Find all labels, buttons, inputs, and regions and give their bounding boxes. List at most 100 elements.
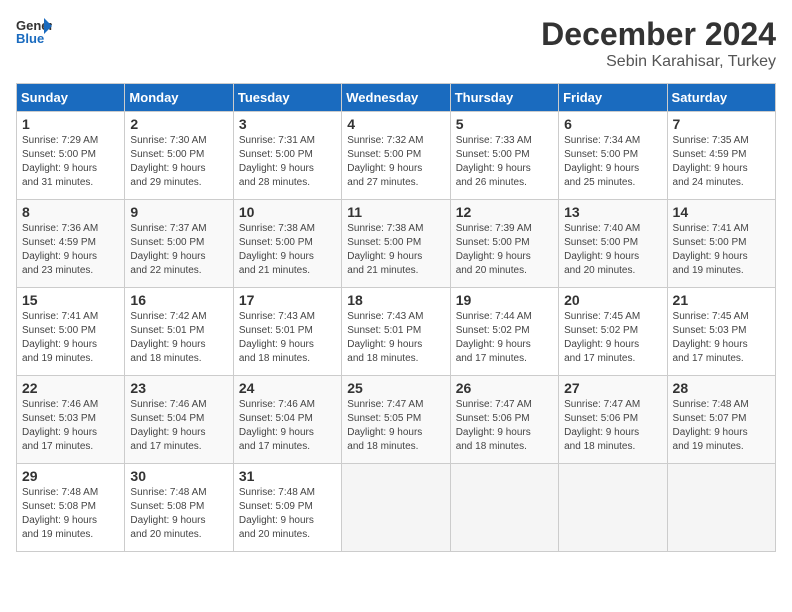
cell-content: Sunrise: 7:43 AMSunset: 5:01 PMDaylight:… [347,310,444,366]
calendar-cell [342,464,450,552]
calendar-cell: 24 Sunrise: 7:46 AMSunset: 5:04 PMDayligh… [233,376,341,464]
calendar-cell: 17 Sunrise: 7:43 AMSunset: 5:01 PMDayligh… [233,288,341,376]
calendar-cell: 7 Sunrise: 7:35 AMSunset: 4:59 PMDaylight… [667,112,775,200]
logo: General Blue [16,16,52,46]
calendar-cell: 26 Sunrise: 7:47 AMSunset: 5:06 PMDayligh… [450,376,558,464]
col-saturday: Saturday [667,84,775,112]
col-tuesday: Tuesday [233,84,341,112]
day-number: 21 [673,292,770,308]
cell-content: Sunrise: 7:42 AMSunset: 5:01 PMDaylight:… [130,310,227,366]
calendar-cell: 6 Sunrise: 7:34 AMSunset: 5:00 PMDaylight… [559,112,667,200]
calendar-week-1: 8 Sunrise: 7:36 AMSunset: 4:59 PMDaylight… [17,200,776,288]
calendar-cell: 10 Sunrise: 7:38 AMSunset: 5:00 PMDayligh… [233,200,341,288]
location-title: Sebin Karahisar, Turkey [541,53,776,71]
day-number: 11 [347,204,444,220]
calendar-cell: 14 Sunrise: 7:41 AMSunset: 5:00 PMDayligh… [667,200,775,288]
day-number: 18 [347,292,444,308]
day-number: 14 [673,204,770,220]
calendar-week-3: 22 Sunrise: 7:46 AMSunset: 5:03 PMDayligh… [17,376,776,464]
cell-content: Sunrise: 7:47 AMSunset: 5:06 PMDaylight:… [456,398,553,454]
calendar-week-4: 29 Sunrise: 7:48 AMSunset: 5:08 PMDayligh… [17,464,776,552]
cell-content: Sunrise: 7:45 AMSunset: 5:03 PMDaylight:… [673,310,770,366]
calendar-cell: 27 Sunrise: 7:47 AMSunset: 5:06 PMDayligh… [559,376,667,464]
month-title: December 2024 [541,16,776,53]
cell-content: Sunrise: 7:39 AMSunset: 5:00 PMDaylight:… [456,222,553,278]
day-number: 27 [564,380,661,396]
day-number: 15 [22,292,119,308]
calendar-cell: 20 Sunrise: 7:45 AMSunset: 5:02 PMDayligh… [559,288,667,376]
calendar-cell [667,464,775,552]
cell-content: Sunrise: 7:46 AMSunset: 5:04 PMDaylight:… [130,398,227,454]
cell-content: Sunrise: 7:48 AMSunset: 5:07 PMDaylight:… [673,398,770,454]
day-number: 10 [239,204,336,220]
day-number: 12 [456,204,553,220]
calendar-cell: 28 Sunrise: 7:48 AMSunset: 5:07 PMDayligh… [667,376,775,464]
cell-content: Sunrise: 7:46 AMSunset: 5:04 PMDaylight:… [239,398,336,454]
header-row: Sunday Monday Tuesday Wednesday Thursday… [17,84,776,112]
cell-content: Sunrise: 7:47 AMSunset: 5:05 PMDaylight:… [347,398,444,454]
cell-content: Sunrise: 7:46 AMSunset: 5:03 PMDaylight:… [22,398,119,454]
day-number: 1 [22,116,119,132]
cell-content: Sunrise: 7:36 AMSunset: 4:59 PMDaylight:… [22,222,119,278]
calendar-cell: 8 Sunrise: 7:36 AMSunset: 4:59 PMDaylight… [17,200,125,288]
calendar-cell: 3 Sunrise: 7:31 AMSunset: 5:00 PMDaylight… [233,112,341,200]
calendar-cell: 9 Sunrise: 7:37 AMSunset: 5:00 PMDaylight… [125,200,233,288]
calendar-cell: 1 Sunrise: 7:29 AMSunset: 5:00 PMDaylight… [17,112,125,200]
cell-content: Sunrise: 7:41 AMSunset: 5:00 PMDaylight:… [22,310,119,366]
title-area: December 2024 Sebin Karahisar, Turkey [541,16,776,71]
cell-content: Sunrise: 7:31 AMSunset: 5:00 PMDaylight:… [239,134,336,190]
calendar-cell: 19 Sunrise: 7:44 AMSunset: 5:02 PMDayligh… [450,288,558,376]
cell-content: Sunrise: 7:48 AMSunset: 5:08 PMDaylight:… [130,486,227,542]
day-number: 5 [456,116,553,132]
calendar-cell: 22 Sunrise: 7:46 AMSunset: 5:03 PMDayligh… [17,376,125,464]
day-number: 3 [239,116,336,132]
calendar-cell: 31Sunrise: 7:48 AMSunset: 5:09 PMDayligh… [233,464,341,552]
day-number: 6 [564,116,661,132]
day-number: 24 [239,380,336,396]
svg-text:Blue: Blue [16,31,44,46]
calendar-cell: 12 Sunrise: 7:39 AMSunset: 5:00 PMDayligh… [450,200,558,288]
day-number: 26 [456,380,553,396]
day-number: 22 [22,380,119,396]
calendar-table: Sunday Monday Tuesday Wednesday Thursday… [16,83,776,552]
cell-content: Sunrise: 7:38 AMSunset: 5:00 PMDaylight:… [239,222,336,278]
cell-content: Sunrise: 7:30 AMSunset: 5:00 PMDaylight:… [130,134,227,190]
day-number: 9 [130,204,227,220]
cell-content: Sunrise: 7:44 AMSunset: 5:02 PMDaylight:… [456,310,553,366]
cell-content: Sunrise: 7:32 AMSunset: 5:00 PMDaylight:… [347,134,444,190]
cell-content: Sunrise: 7:34 AMSunset: 5:00 PMDaylight:… [564,134,661,190]
day-number: 28 [673,380,770,396]
calendar-week-2: 15 Sunrise: 7:41 AMSunset: 5:00 PMDayligh… [17,288,776,376]
calendar-cell: 4Sunrise: 7:32 AMSunset: 5:00 PMDaylight… [342,112,450,200]
cell-content: Sunrise: 7:48 AMSunset: 5:08 PMDaylight:… [22,486,119,542]
cell-content: Sunrise: 7:47 AMSunset: 5:06 PMDaylight:… [564,398,661,454]
calendar-cell: 13Sunrise: 7:40 AMSunset: 5:00 PMDayligh… [559,200,667,288]
day-number: 20 [564,292,661,308]
day-number: 19 [456,292,553,308]
cell-content: Sunrise: 7:29 AMSunset: 5:00 PMDaylight:… [22,134,119,190]
cell-content: Sunrise: 7:40 AMSunset: 5:00 PMDaylight:… [564,222,661,278]
cell-content: Sunrise: 7:41 AMSunset: 5:00 PMDaylight:… [673,222,770,278]
calendar-cell [559,464,667,552]
cell-content: Sunrise: 7:45 AMSunset: 5:02 PMDaylight:… [564,310,661,366]
calendar-cell: 21 Sunrise: 7:45 AMSunset: 5:03 PMDayligh… [667,288,775,376]
day-number: 7 [673,116,770,132]
day-number: 30 [130,468,227,484]
col-sunday: Sunday [17,84,125,112]
cell-content: Sunrise: 7:37 AMSunset: 5:00 PMDaylight:… [130,222,227,278]
header: General Blue December 2024 Sebin Karahis… [16,16,776,71]
col-monday: Monday [125,84,233,112]
calendar-cell: 23Sunrise: 7:46 AMSunset: 5:04 PMDayligh… [125,376,233,464]
day-number: 17 [239,292,336,308]
calendar-week-0: 1 Sunrise: 7:29 AMSunset: 5:00 PMDaylight… [17,112,776,200]
col-friday: Friday [559,84,667,112]
day-number: 25 [347,380,444,396]
calendar-cell: 2Sunrise: 7:30 AMSunset: 5:00 PMDaylight… [125,112,233,200]
cell-content: Sunrise: 7:35 AMSunset: 4:59 PMDaylight:… [673,134,770,190]
day-number: 29 [22,468,119,484]
day-number: 31 [239,468,336,484]
day-number: 8 [22,204,119,220]
logo-icon: General Blue [16,16,52,46]
calendar-cell [450,464,558,552]
cell-content: Sunrise: 7:43 AMSunset: 5:01 PMDaylight:… [239,310,336,366]
